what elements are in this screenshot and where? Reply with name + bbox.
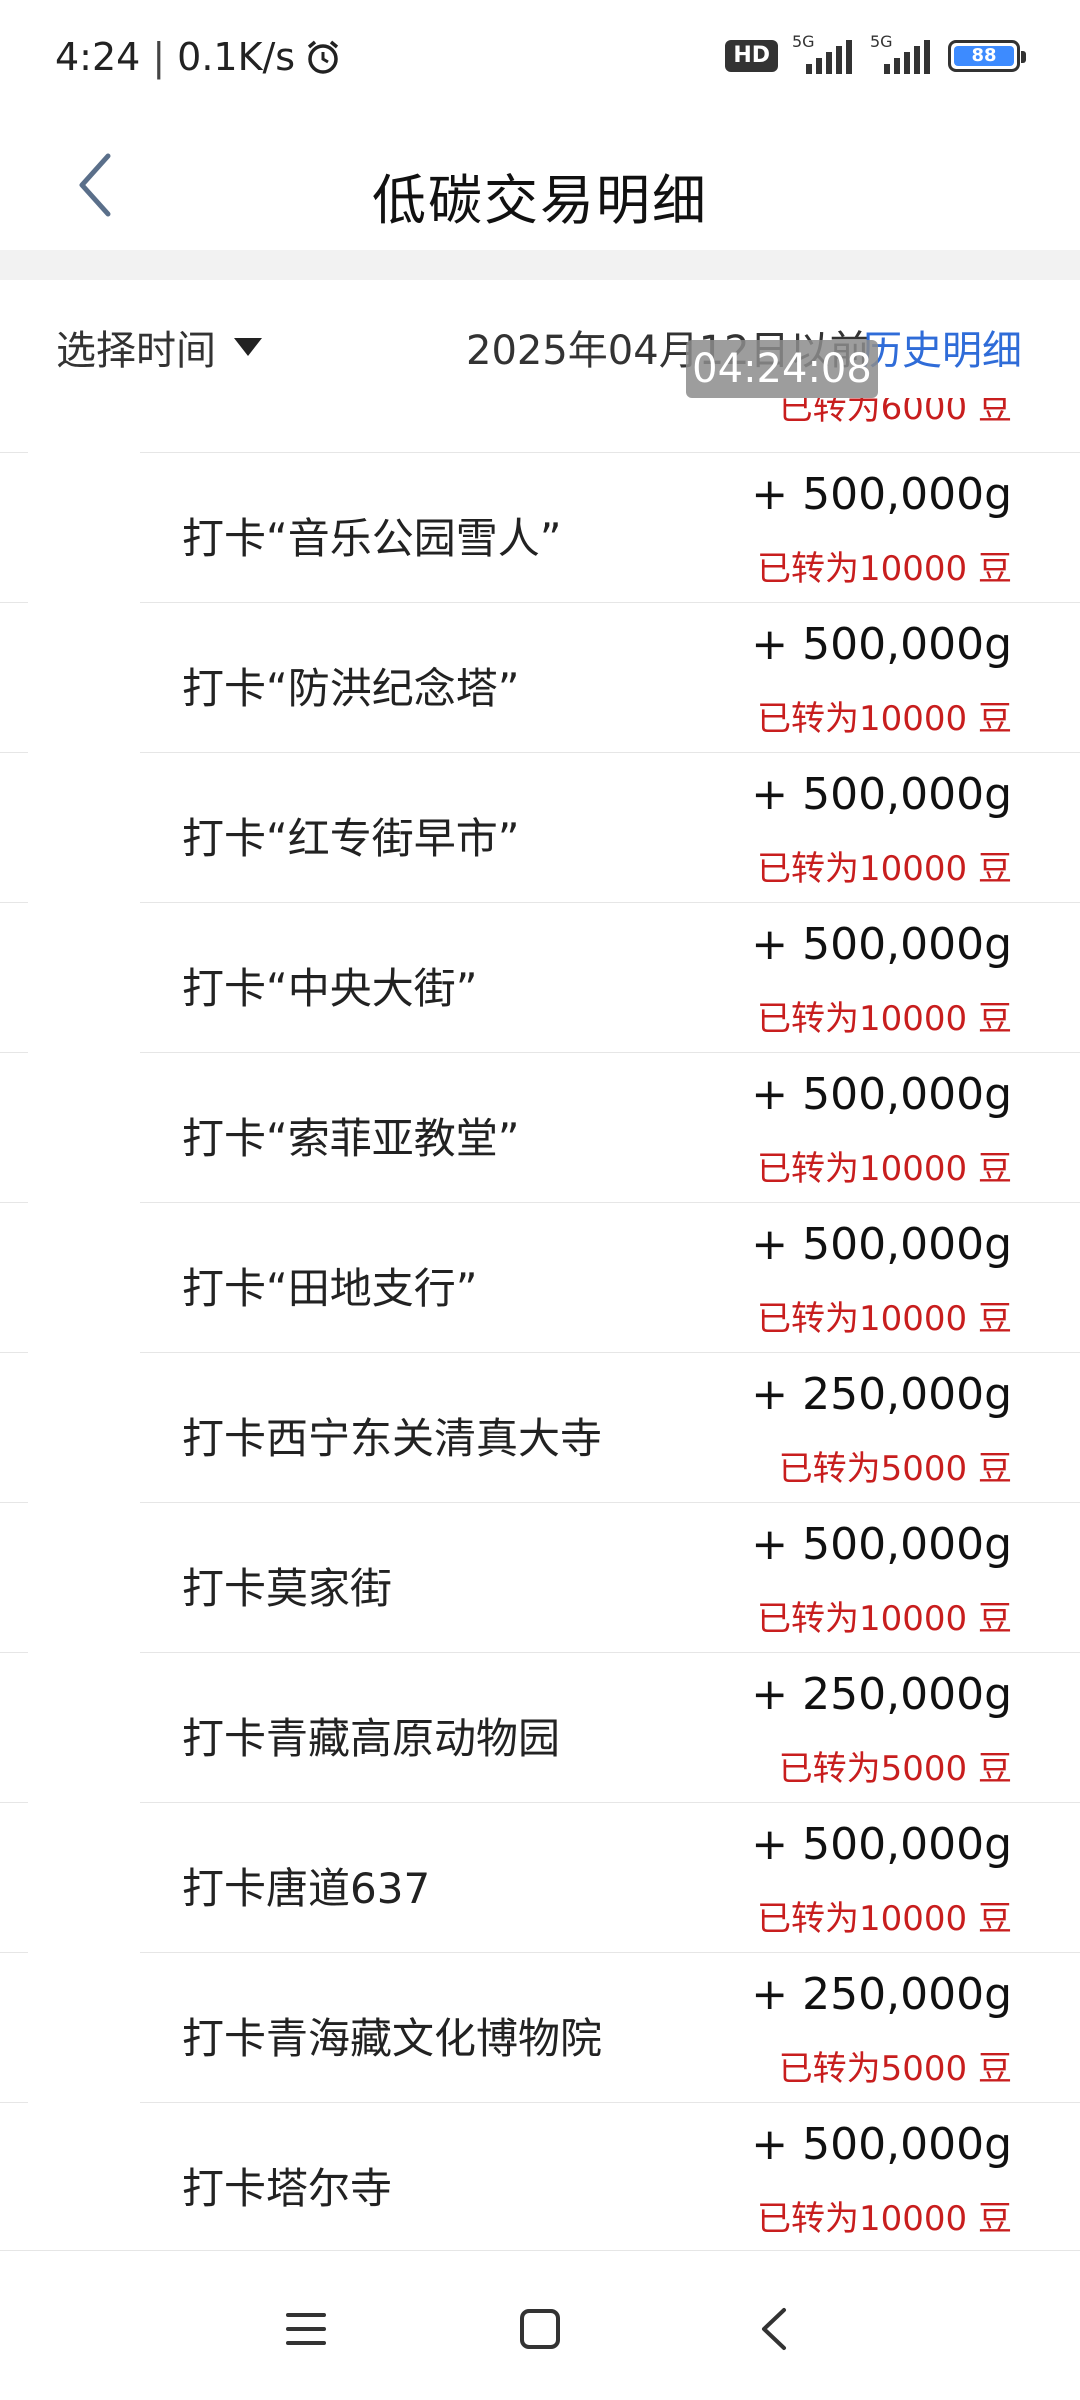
list-item[interactable]: 打卡“音乐公园雪人” + 500,000g 已转为10000 豆 (0, 451, 1080, 602)
menu-icon (286, 2313, 326, 2345)
status-right: HD 5G 5G 88 (725, 32, 1026, 74)
row-divider (178, 1501, 1054, 1503)
time-select-label: 选择时间 (56, 328, 216, 374)
battery-level: 88 (954, 46, 1014, 66)
status-separator: | (152, 35, 166, 79)
transaction-amount: + 500,000g (751, 2119, 1012, 2170)
nav-back-button[interactable] (734, 2289, 814, 2369)
time-overlay: 04:24:08 (686, 340, 878, 398)
section-divider (0, 250, 1080, 280)
converted-beans-text: 已转为6000 豆 (778, 398, 1012, 428)
signal-strength-icon-1: 5G (792, 32, 856, 74)
alarm-clock-icon (307, 40, 339, 74)
converted-beans-text: 已转为10000 豆 (757, 2199, 1012, 2239)
signal-1-label: 5G (792, 32, 815, 51)
filter-bar: 选择时间 2025年04月12日以前 历史明细 (0, 280, 1080, 410)
converted-beans-text: 已转为10000 豆 (757, 849, 1012, 889)
transaction-list[interactable]: 已转为6000 豆 打卡“音乐公园雪人” + 500,000g 已转为10000 豆… (0, 398, 1080, 2250)
list-item-partial: 已转为6000 豆 (0, 398, 1080, 452)
row-divider (178, 1201, 1054, 1203)
battery-icon: 88 (948, 40, 1026, 72)
list-item[interactable]: 打卡“红专街早市” + 500,000g 已转为10000 豆 (0, 751, 1080, 902)
row-divider (178, 901, 1054, 903)
transaction-amount: + 250,000g (751, 1369, 1012, 1420)
transaction-title: 打卡塔尔寺 (182, 2164, 393, 2213)
row-divider (178, 1951, 1054, 1953)
network-speed: 0.1K/s (177, 35, 296, 79)
row-divider (178, 1051, 1054, 1053)
row-divider (178, 751, 1054, 753)
status-time: 4:24 (55, 35, 141, 79)
transaction-title: 打卡莫家街 (182, 1564, 393, 1613)
time-select-dropdown[interactable]: 选择时间 (56, 318, 262, 376)
list-item[interactable]: 打卡塔尔寺 + 500,000g 已转为10000 豆 (0, 2101, 1080, 2250)
converted-beans-text: 已转为5000 豆 (778, 1749, 1012, 1789)
signal-2-label: 5G (870, 32, 893, 51)
transaction-amount: + 500,000g (751, 469, 1012, 520)
transaction-title: 打卡“音乐公园雪人” (182, 514, 562, 563)
transaction-title: 打卡“田地支行” (182, 1264, 478, 1313)
signal-strength-icon-2: 5G (870, 32, 934, 74)
nav-menu-button[interactable] (266, 2289, 346, 2369)
list-item[interactable]: 打卡“中央大街” + 500,000g 已转为10000 豆 (0, 901, 1080, 1052)
row-divider (178, 1651, 1054, 1653)
transaction-title: 打卡青藏高原动物园 (182, 1714, 561, 1763)
transaction-amount: + 250,000g (751, 1969, 1012, 2020)
transaction-rows: 打卡“音乐公园雪人” + 500,000g 已转为10000 豆打卡“防洪纪念塔” +… (0, 451, 1080, 2250)
nav-home-button[interactable] (500, 2289, 580, 2369)
transaction-amount: + 500,000g (751, 619, 1012, 670)
list-item[interactable]: 打卡“田地支行” + 500,000g 已转为10000 豆 (0, 1201, 1080, 1352)
back-arrow-icon (762, 2308, 786, 2350)
list-item[interactable]: 打卡青海藏文化博物院 + 250,000g 已转为5000 豆 (0, 1951, 1080, 2102)
converted-beans-text: 已转为10000 豆 (757, 699, 1012, 739)
app-header: 低碳交易明细 (0, 120, 1080, 250)
caret-down-icon (234, 338, 262, 356)
converted-beans-text: 已转为5000 豆 (778, 1449, 1012, 1489)
system-nav-bar (0, 2250, 1080, 2400)
history-details-link[interactable]: 历史明细 (862, 318, 1022, 376)
list-item[interactable]: 打卡“索菲亚教堂” + 500,000g 已转为10000 豆 (0, 1051, 1080, 1202)
transaction-title: 打卡青海藏文化博物院 (182, 2014, 603, 2063)
row-divider (178, 451, 1054, 453)
transaction-amount: + 500,000g (751, 1069, 1012, 1120)
hd-badge: HD (725, 40, 778, 72)
list-item[interactable]: 打卡莫家街 + 500,000g 已转为10000 豆 (0, 1501, 1080, 1652)
converted-beans-text: 已转为10000 豆 (757, 999, 1012, 1039)
status-bar: 4:24 | 0.1K/s HD 5G 5G 88 (0, 0, 1080, 120)
list-item[interactable]: 打卡“防洪纪念塔” + 500,000g 已转为10000 豆 (0, 601, 1080, 752)
transaction-title: 打卡“索菲亚教堂” (182, 1114, 520, 1163)
converted-beans-text: 已转为5000 豆 (778, 2049, 1012, 2089)
row-divider (178, 1351, 1054, 1353)
transaction-title: 打卡“防洪纪念塔” (182, 664, 520, 713)
transaction-amount: + 500,000g (751, 769, 1012, 820)
transaction-title: 打卡“中央大街” (182, 964, 478, 1013)
list-item[interactable]: 打卡西宁东关清真大寺 + 250,000g 已转为5000 豆 (0, 1351, 1080, 1502)
transaction-amount: + 500,000g (751, 1219, 1012, 1270)
list-item[interactable]: 打卡青藏高原动物园 + 250,000g 已转为5000 豆 (0, 1651, 1080, 1802)
page-title: 低碳交易明细 (372, 169, 708, 232)
row-divider (178, 601, 1054, 603)
transaction-amount: + 500,000g (751, 1819, 1012, 1870)
converted-beans-text: 已转为10000 豆 (757, 1899, 1012, 1939)
home-square-icon (520, 2309, 560, 2349)
converted-beans-text: 已转为10000 豆 (757, 1599, 1012, 1639)
status-left: 4:24 | 0.1K/s (55, 35, 343, 79)
transaction-title: 打卡“红专街早市” (182, 814, 520, 863)
transaction-title: 打卡西宁东关清真大寺 (182, 1414, 603, 1463)
transaction-amount: + 250,000g (751, 1669, 1012, 1720)
transaction-amount: + 500,000g (751, 919, 1012, 970)
converted-beans-text: 已转为10000 豆 (757, 549, 1012, 589)
transaction-amount: + 500,000g (751, 1519, 1012, 1570)
row-divider (178, 1801, 1054, 1803)
list-item[interactable]: 打卡唐道637 + 500,000g 已转为10000 豆 (0, 1801, 1080, 1952)
converted-beans-text: 已转为10000 豆 (757, 1149, 1012, 1189)
row-divider (178, 2101, 1054, 2103)
converted-beans-text: 已转为10000 豆 (757, 1299, 1012, 1339)
transaction-title: 打卡唐道637 (182, 1864, 431, 1913)
